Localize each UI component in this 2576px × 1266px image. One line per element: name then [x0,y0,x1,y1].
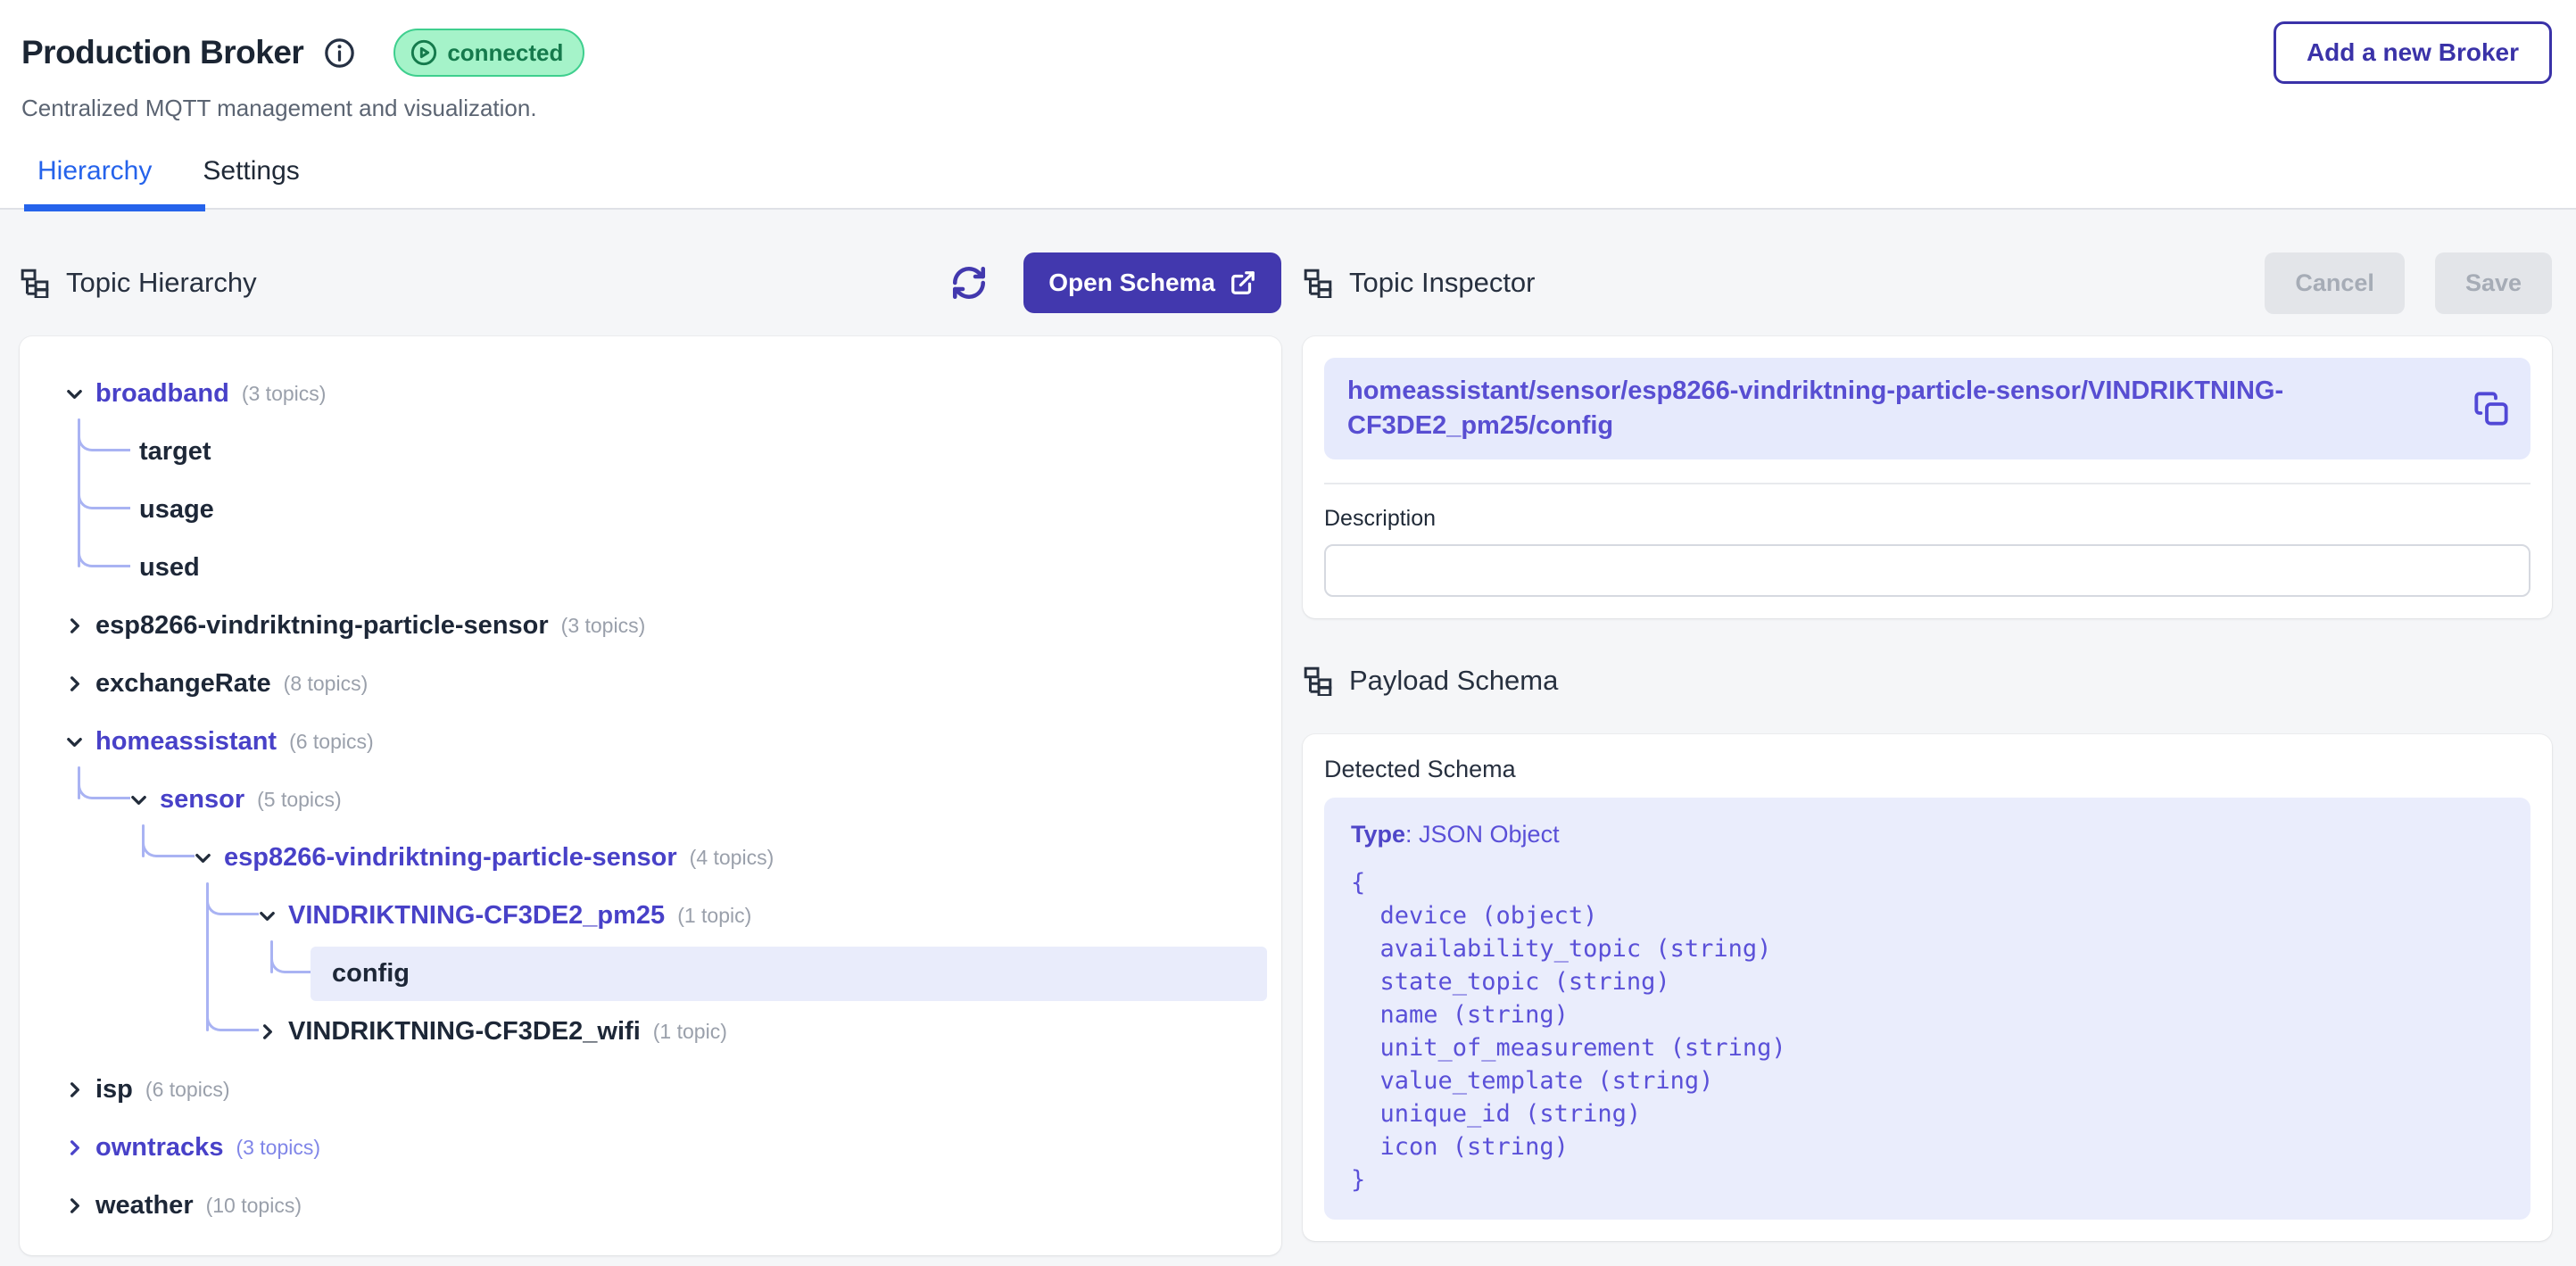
inspector-divider [1324,483,2530,484]
tree-node-label: VINDRIKTNING-CF3DE2_wifi [288,1017,641,1047]
chevron-right-icon[interactable] [64,1196,85,1216]
chevron-down-icon[interactable] [64,384,85,404]
tree-node-topic-count: (3 topics) [561,614,646,638]
tree-node-label: esp8266-vindriktning-particle-sensor [224,843,677,873]
tree-node-esp8266-vindriktning-particle-sensor[interactable]: esp8266-vindriktning-particle-sensor (3 t… [20,597,1281,655]
schema-type-value: JSON Object [1419,821,1560,848]
tree-node-label: broadband [95,379,229,409]
status-badge: connected [393,29,584,77]
tree-node-topic-count: (6 topics) [145,1078,230,1102]
page-subtitle: Centralized MQTT management and visualiz… [21,95,2552,122]
tree-node-topic-count: (6 topics) [289,730,374,754]
topic-path-box: homeassistant/sensor/esp8266-vindriktnin… [1324,358,2530,459]
hierarchy-tree-icon [20,268,50,298]
status-label: connected [447,39,563,67]
tree-node-label: target [139,437,211,467]
page-header: Production Broker connected Add a new Br… [0,0,2576,208]
tree-node-topic-count: (8 topics) [284,672,369,696]
info-icon[interactable] [323,37,356,70]
tree-node-label: esp8266-vindriktning-particle-sensor [95,611,549,641]
tree-node-broadband[interactable]: broadband (3 topics) [20,365,1281,423]
tree-node-label: isp [95,1075,133,1105]
schema-type-label: Type [1351,821,1405,848]
tree-node-config[interactable]: config [20,945,1281,1003]
schema-code-block: Type: JSON Object { device (object) avai… [1324,798,2530,1220]
tree-node-topic-count: (4 topics) [690,846,774,870]
tree-node-label: config [332,959,410,989]
cancel-button[interactable]: Cancel [2265,252,2405,314]
chevron-right-icon[interactable] [257,1022,277,1042]
chevron-right-icon[interactable] [64,674,85,694]
topic-inspector-card: homeassistant/sensor/esp8266-vindriktnin… [1303,336,2552,618]
chevron-down-icon[interactable] [64,732,85,752]
schema-type-line: Type: JSON Object [1351,821,2504,848]
payload-schema-title: Payload Schema [1349,665,1558,697]
tree-node-label: weather [95,1191,194,1220]
topic-tree: broadband (3 topics) target usage used esp826… [20,336,1281,1235]
save-button[interactable]: Save [2435,252,2552,314]
tree-node-label: VINDRIKTNING-CF3DE2_pm25 [288,901,665,931]
tree-node-topic-count: (3 topics) [236,1136,320,1160]
chevron-down-icon[interactable] [128,790,149,810]
copy-button[interactable] [2470,387,2513,430]
tree-node-label: exchangeRate [95,669,271,699]
tree-node-used[interactable]: used [20,539,1281,597]
detected-schema-label: Detected Schema [1324,756,2530,783]
chevron-right-icon[interactable] [64,1138,85,1158]
tree-node-topic-count: (1 topic) [677,904,751,928]
selected-row-highlight [311,947,1267,1001]
tree-node-target[interactable]: target [20,423,1281,481]
tree-node-label: used [139,553,200,583]
tree-node-topic-count: (10 topics) [206,1194,302,1218]
payload-schema-card: Detected Schema Type: JSON Object { devi… [1303,734,2552,1241]
tree-node-sensor[interactable]: sensor (5 topics) [20,771,1281,829]
add-broker-button[interactable]: Add a new Broker [2274,21,2552,84]
tree-node-label: owntracks [95,1133,223,1163]
payload-schema-tree-icon [1303,666,1333,696]
external-link-icon [1230,269,1256,296]
main-content: Topic Hierarchy Open Schema broadband (3 … [0,210,2576,1266]
tree-node-owntracks[interactable]: owntracks (3 topics) [20,1119,1281,1177]
topic-path: homeassistant/sensor/esp8266-vindriktnin… [1347,374,2452,443]
inspector-panel-title: Topic Inspector [1349,267,1536,299]
tree-node-homeassistant[interactable]: homeassistant (6 topics) [20,713,1281,771]
tab-hierarchy[interactable]: Hierarchy [37,156,152,186]
tab-settings[interactable]: Settings [203,156,299,186]
refresh-button[interactable] [945,259,993,307]
open-schema-button[interactable]: Open Schema [1023,252,1281,313]
chevron-down-icon[interactable] [193,848,213,868]
open-schema-label: Open Schema [1048,269,1215,297]
schema-fields: { device (object) availability_topic (st… [1351,866,2504,1196]
tree-node-VINDRIKTNING-CF3DE2_pm25[interactable]: VINDRIKTNING-CF3DE2_pm25 (1 topic) [20,887,1281,945]
topic-hierarchy-section: Topic Hierarchy Open Schema broadband (3 … [20,252,1281,1255]
tree-node-VINDRIKTNING-CF3DE2_wifi[interactable]: VINDRIKTNING-CF3DE2_wifi (1 topic) [20,1003,1281,1061]
tab-bar: Hierarchy Settings [37,156,2552,208]
tree-node-weather[interactable]: weather (10 topics) [20,1177,1281,1235]
tree-node-usage[interactable]: usage [20,481,1281,539]
chevron-right-icon[interactable] [64,616,85,636]
tree-node-topic-count: (3 topics) [242,382,327,406]
description-label: Description [1324,506,2530,532]
chevron-down-icon[interactable] [257,906,277,926]
topic-inspector-section: Topic Inspector Cancel Save homeassistan… [1303,252,2552,1241]
tree-node-topic-count: (5 topics) [257,788,342,812]
description-input[interactable] [1324,544,2530,597]
tree-node-exchangeRate[interactable]: exchangeRate (8 topics) [20,655,1281,713]
page-title: Production Broker [21,34,303,71]
tree-node-label: sensor [160,785,244,815]
tree-node-label: usage [139,495,214,525]
tree-node-esp8266-vindriktning-particle-sensor[interactable]: esp8266-vindriktning-particle-sensor (4 t… [20,829,1281,887]
status-connected-icon [410,38,438,67]
tree-node-topic-count: (1 topic) [653,1020,727,1044]
topic-tree-panel: broadband (3 topics) target usage used esp826… [20,336,1281,1255]
tree-node-label: homeassistant [95,727,277,757]
hierarchy-panel-title: Topic Hierarchy [66,267,257,299]
chevron-right-icon[interactable] [64,1080,85,1100]
inspector-tree-icon [1303,268,1333,298]
tree-node-isp[interactable]: isp (6 topics) [20,1061,1281,1119]
